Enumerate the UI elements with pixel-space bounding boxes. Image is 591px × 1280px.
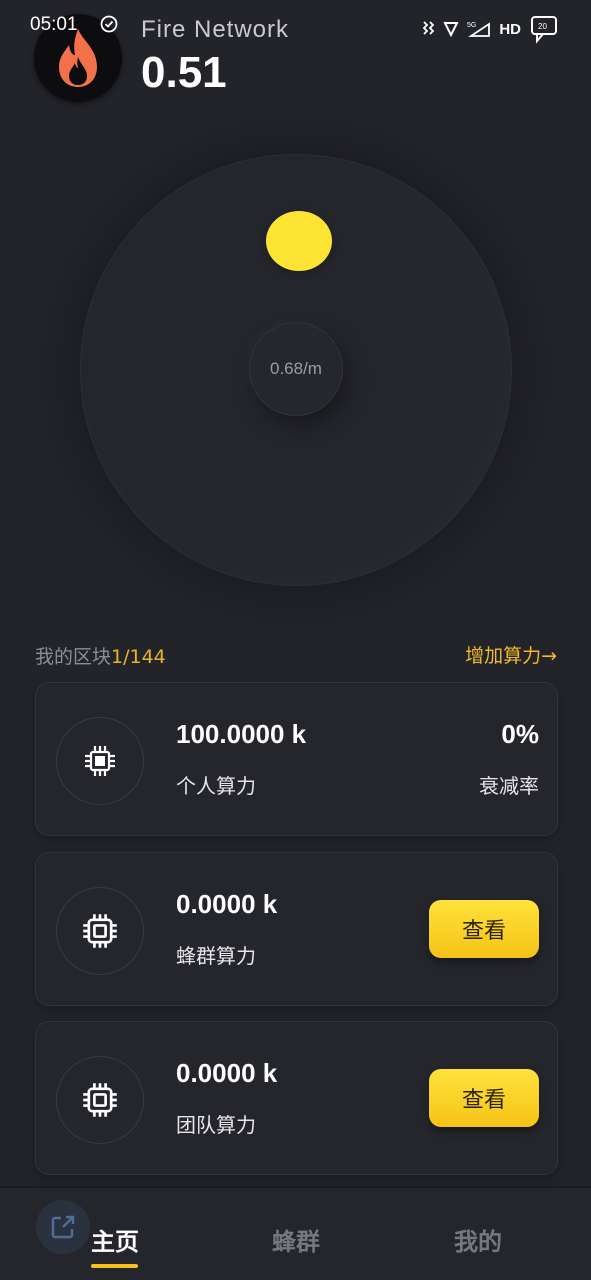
dial-center-button[interactable]: 0.68/m	[249, 322, 343, 416]
battery-icon: 20	[531, 16, 557, 44]
shield-icon	[443, 22, 459, 38]
share-icon	[51, 1215, 75, 1239]
team-power-card: 0.0000 k 团队算力 查看	[35, 1021, 558, 1175]
personal-power-label: 个人算力	[176, 774, 256, 798]
nav-swarm[interactable]: 蜂群	[272, 1222, 320, 1257]
nav-active-indicator	[91, 1264, 138, 1268]
view-swarm-button[interactable]: 查看	[429, 900, 539, 958]
swarm-power-value: 0.0000 k	[176, 889, 278, 919]
chip-icon-circle	[56, 887, 144, 975]
signal-icon: 5G	[467, 22, 491, 37]
team-power-value: 0.0000 k	[176, 1058, 278, 1088]
my-blocks-title: 我的区块1/144	[35, 642, 166, 669]
decay-rate-value: 0%	[501, 719, 539, 749]
add-power-link[interactable]: 增加算力→	[465, 641, 557, 668]
status-bar: 05:01 5G HD 20	[0, 0, 591, 50]
view-team-button[interactable]: 查看	[429, 1069, 539, 1127]
my-blocks-label: 我的区块	[35, 646, 112, 668]
decay-rate-label: 衰减率	[479, 774, 539, 798]
balance-value: 0.51	[141, 48, 227, 97]
chip-icon-circle	[56, 717, 144, 805]
chip-icon	[83, 914, 117, 948]
nav-home[interactable]: 主页	[91, 1222, 139, 1257]
swarm-power-label: 蜂群算力	[176, 944, 256, 968]
check-circle-icon	[100, 15, 118, 33]
battery-level: 20	[538, 22, 547, 31]
bottom-nav: 主页 蜂群 我的	[0, 1186, 591, 1280]
personal-power-card: 100.0000 k 个人算力 0% 衰减率	[35, 682, 558, 836]
dial-indicator-dot	[266, 211, 332, 271]
app-screen: 05:01 5G HD 20 Fire Network 0.51 0.68/m …	[0, 0, 591, 1280]
status-time: 05:01	[30, 14, 78, 35]
status-indicators: 5G HD 20	[421, 14, 561, 44]
chip-icon-circle	[56, 1056, 144, 1144]
swarm-power-card: 0.0000 k 蜂群算力 查看	[35, 852, 558, 1006]
my-blocks-count: 1/144	[111, 646, 166, 668]
vibrate-icon	[423, 21, 435, 35]
team-power-label: 团队算力	[176, 1113, 256, 1137]
hd-indicator: HD	[499, 20, 521, 38]
nav-mine[interactable]: 我的	[454, 1222, 502, 1257]
share-button[interactable]	[36, 1200, 90, 1254]
chip-icon	[85, 746, 115, 776]
personal-power-value: 100.0000 k	[176, 719, 307, 749]
chip-icon	[83, 1083, 117, 1117]
mining-rate: 0.68/m	[270, 359, 322, 378]
network-type: 5G	[467, 22, 476, 29]
